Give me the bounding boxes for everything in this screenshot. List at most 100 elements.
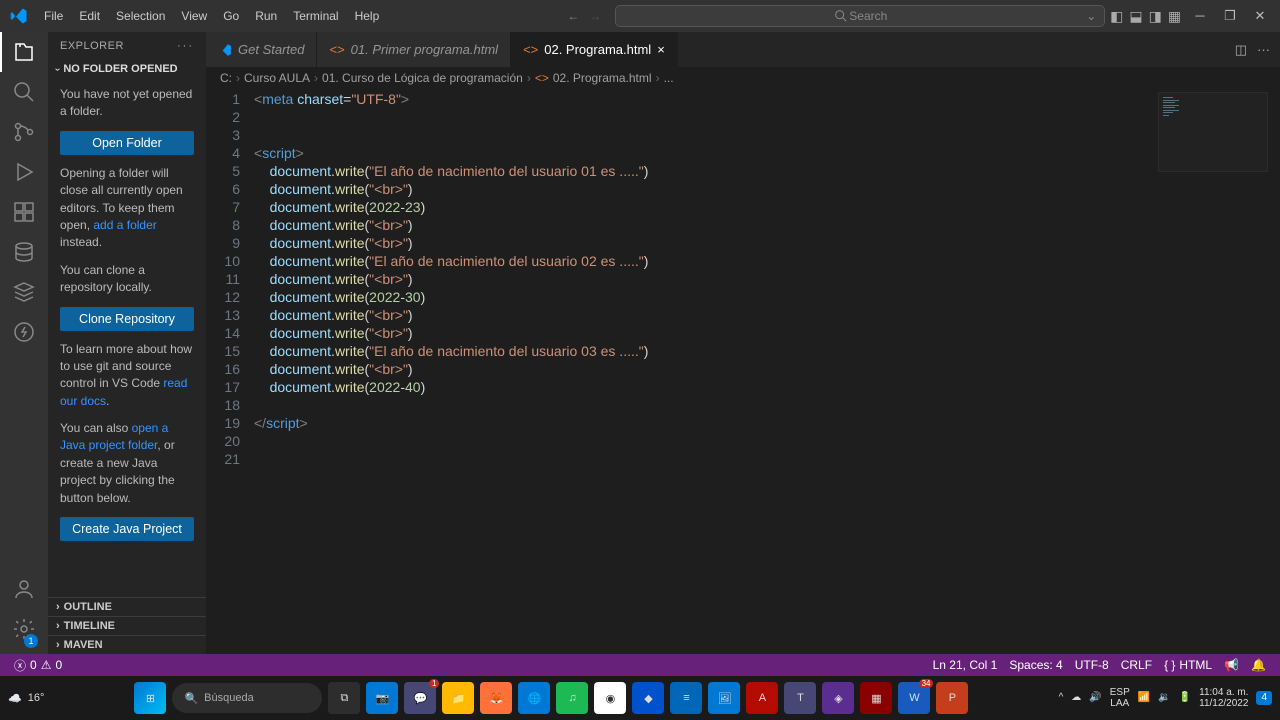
add-folder-link[interactable]: add a folder <box>93 218 156 232</box>
close-tab-icon[interactable]: × <box>657 42 665 57</box>
firefox-icon[interactable]: 🦊 <box>480 682 512 714</box>
chevron-right-icon[interactable]: › <box>56 601 60 613</box>
chevron-right-icon[interactable]: › <box>56 620 60 632</box>
line-numbers: 123456789101112131415161718192021 <box>206 90 254 654</box>
timeline-section[interactable]: TIMELINE <box>64 620 115 632</box>
tab-programa-02[interactable]: <> 02. Programa.html × <box>511 32 678 67</box>
maven-section[interactable]: MAVEN <box>64 639 103 651</box>
problems-status[interactable]: ⓧ0⚠0 <box>8 657 68 674</box>
minimap[interactable]: ▬▬▬▬▬▬▬▬▬▬▬▬▬▬▬▬▬▬▬▬▬▬▬▬▬▬▬▬▬▬▬▬▬▬▬▬▬▬▬▬… <box>1158 92 1268 172</box>
sound-icon[interactable]: 🔉 <box>1158 692 1170 704</box>
create-java-button[interactable]: Create Java Project <box>60 517 194 541</box>
source-control-icon[interactable] <box>12 120 36 144</box>
open-folder-button[interactable]: Open Folder <box>60 131 194 155</box>
tray-chevron-icon[interactable]: ^ <box>1059 692 1064 704</box>
taskbar-search[interactable]: 🔍Búsqueda <box>172 683 322 713</box>
feedback-icon[interactable]: 📢 <box>1218 658 1245 672</box>
eol-status[interactable]: CRLF <box>1115 658 1158 672</box>
layout-right-icon[interactable]: ◨ <box>1149 8 1162 25</box>
vs-icon[interactable]: ◈ <box>822 682 854 714</box>
start-button[interactable]: ⊞ <box>134 682 166 714</box>
debug-icon[interactable] <box>12 160 36 184</box>
code-body[interactable]: <meta charset="UTF-8"> <script> document… <box>254 90 1280 654</box>
powerpoint-icon[interactable]: P <box>936 682 968 714</box>
edge-icon[interactable]: 🌐 <box>518 682 550 714</box>
chat-app-icon[interactable]: 💬1 <box>404 682 436 714</box>
word-icon[interactable]: W34 <box>898 682 930 714</box>
onedrive-icon[interactable]: ☁ <box>1071 692 1081 704</box>
camera-app-icon[interactable]: 📷 <box>366 682 398 714</box>
app-icon[interactable]: ◆ <box>632 682 664 714</box>
more-icon[interactable]: ··· <box>177 40 194 52</box>
tab-primer-programa[interactable]: <> 01. Primer programa.html <box>317 32 511 67</box>
layout-grid-icon[interactable]: ▦ <box>1168 8 1181 25</box>
extensions-icon[interactable] <box>12 200 36 224</box>
clock[interactable]: 11:04 a. m.11/12/2022 <box>1199 687 1248 710</box>
chevron-right-icon[interactable]: › <box>56 639 60 651</box>
menu-file[interactable]: File <box>36 5 71 27</box>
menu-help[interactable]: Help <box>347 5 388 27</box>
app-icon[interactable]: ▦ <box>860 682 892 714</box>
photos-app-icon[interactable]: 🖼 <box>708 682 740 714</box>
activity-bar: 1 <box>0 32 48 654</box>
title-bar: File Edit Selection View Go Run Terminal… <box>0 0 1280 32</box>
close-icon[interactable]: ✕ <box>1246 4 1274 28</box>
clone-repo-button[interactable]: Clone Repository <box>60 307 194 331</box>
wifi-icon[interactable]: 📶 <box>1138 692 1150 704</box>
power-icon[interactable] <box>12 320 36 344</box>
layout-bottom-icon[interactable]: ⬓ <box>1129 8 1142 25</box>
split-editor-icon[interactable]: ◫ <box>1235 42 1247 58</box>
task-view-icon[interactable]: ⧉ <box>328 682 360 714</box>
minimize-icon[interactable]: ─ <box>1186 4 1214 28</box>
nav-arrows: ← → <box>567 9 601 23</box>
docs-msg: To learn more about how to use git and s… <box>60 341 194 411</box>
volume-icon[interactable]: 🔊 <box>1089 692 1101 704</box>
more-icon[interactable]: ··· <box>1257 42 1270 57</box>
explorer-icon[interactable] <box>12 40 36 64</box>
menu-view[interactable]: View <box>173 5 215 27</box>
no-folder-section[interactable]: NO FOLDER OPENED <box>63 63 177 75</box>
notifications-icon[interactable]: 🔔 <box>1245 658 1272 672</box>
command-center[interactable]: Search ⌄ <box>615 5 1105 27</box>
spotify-icon[interactable]: ♫ <box>556 682 588 714</box>
menu-edit[interactable]: Edit <box>71 5 108 27</box>
vscode-app-icon[interactable]: ≡ <box>670 682 702 714</box>
chrome-icon[interactable]: ◉ <box>594 682 626 714</box>
tab-label: 02. Programa.html <box>544 42 651 57</box>
layout-left-icon[interactable]: ◧ <box>1110 8 1123 25</box>
maximize-icon[interactable]: ❐ <box>1216 4 1244 28</box>
menu-go[interactable]: Go <box>215 5 247 27</box>
cursor-position[interactable]: Ln 21, Col 1 <box>927 658 1004 672</box>
tab-label: Get Started <box>238 42 304 57</box>
badge: 1 <box>429 679 439 688</box>
encoding-status[interactable]: UTF-8 <box>1069 658 1115 672</box>
language-indicator[interactable]: ESPLAA <box>1110 687 1130 710</box>
stack-icon[interactable] <box>12 280 36 304</box>
weather-widget[interactable]: ☁️ 16° <box>8 692 44 705</box>
chevron-down-icon[interactable] <box>56 63 59 75</box>
indent-status[interactable]: Spaces: 4 <box>1003 658 1068 672</box>
breadcrumb[interactable]: C:› Curso AULA› 01. Curso de Lógica de p… <box>206 67 1280 89</box>
nav-back-icon[interactable]: ← <box>567 9 579 23</box>
menu-terminal[interactable]: Terminal <box>285 5 346 27</box>
outline-section[interactable]: OUTLINE <box>64 601 112 613</box>
search-icon[interactable] <box>12 80 36 104</box>
menu-selection[interactable]: Selection <box>108 5 173 27</box>
tab-get-started[interactable]: Get Started <box>206 32 317 67</box>
explorer-app-icon[interactable]: 📁 <box>442 682 474 714</box>
account-icon[interactable] <box>12 577 36 601</box>
teams-icon[interactable]: T <box>784 682 816 714</box>
temperature: 16° <box>28 692 45 704</box>
language-mode[interactable]: { }HTML <box>1158 658 1218 672</box>
cloud-icon: ☁️ <box>8 692 22 705</box>
code-editor[interactable]: 123456789101112131415161718192021 <meta … <box>206 89 1280 654</box>
explorer-sidebar: EXPLORER··· NO FOLDER OPENED You have no… <box>48 32 206 654</box>
notifications-button[interactable]: 4 <box>1256 691 1272 705</box>
warning-icon: ⚠ <box>41 658 52 672</box>
acrobat-icon[interactable]: A <box>746 682 778 714</box>
nav-fwd-icon[interactable]: → <box>589 9 601 23</box>
battery-icon[interactable]: 🔋 <box>1179 692 1191 704</box>
database-icon[interactable] <box>12 240 36 264</box>
menu-run[interactable]: Run <box>247 5 285 27</box>
windows-taskbar: ☁️ 16° ⊞ 🔍Búsqueda ⧉ 📷 💬1 📁 🦊 🌐 ♫ ◉ ◆ ≡ … <box>0 676 1280 720</box>
